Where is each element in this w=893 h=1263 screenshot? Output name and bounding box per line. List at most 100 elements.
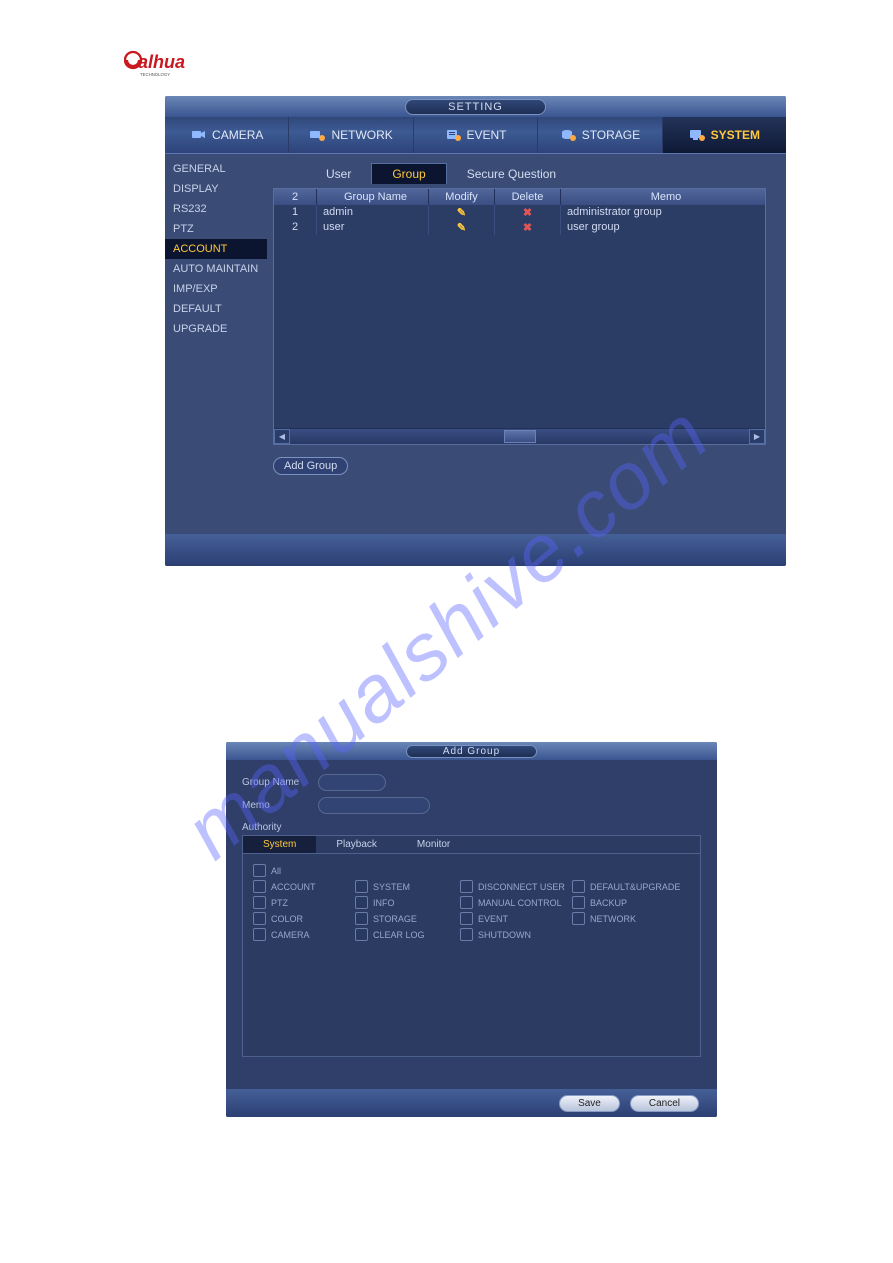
subtab-user[interactable]: User [306, 164, 371, 184]
authtab-monitor[interactable]: Monitor [397, 836, 470, 853]
tab-label: STORAGE [582, 128, 640, 142]
checkbox-info[interactable]: INFO [355, 896, 460, 909]
authtab-playback[interactable]: Playback [316, 836, 397, 853]
checkbox-event[interactable]: EVENT [460, 912, 572, 925]
col-memo: Memo [561, 189, 765, 205]
save-button[interactable]: Save [559, 1095, 620, 1112]
checkbox-icon[interactable] [460, 880, 473, 893]
storage-icon [560, 128, 576, 142]
col-count: 2 [274, 189, 317, 205]
tab-network[interactable]: NETWORK [289, 117, 413, 153]
col-groupname: Group Name [317, 189, 429, 205]
checkbox-backup[interactable]: BACKUP [572, 896, 690, 909]
edit-icon[interactable]: ✎ [457, 222, 466, 234]
subtab-secure-question[interactable]: Secure Question [447, 164, 576, 184]
edit-icon[interactable]: ✎ [457, 207, 466, 219]
checkbox-camera[interactable]: CAMERA [253, 928, 355, 941]
checkbox-shutdown[interactable]: SHUTDOWN [460, 928, 572, 941]
memo-label: Memo [242, 800, 310, 811]
authority-panel: System Playback Monitor All ACCOUNT SYST… [242, 835, 701, 1057]
checkbox-manual-control[interactable]: MANUAL CONTROL [460, 896, 572, 909]
dialog-footer: Save Cancel [226, 1089, 717, 1117]
sidebar-item-account[interactable]: ACCOUNT [165, 239, 267, 259]
svg-text:TECHNOLOGY: TECHNOLOGY [140, 72, 170, 77]
authority-grid: All ACCOUNT SYSTEM DISCONNECT USER DEFAU… [243, 854, 700, 954]
checkbox-icon[interactable] [460, 912, 473, 925]
checkbox-network[interactable]: NETWORK [572, 912, 690, 925]
checkbox-storage[interactable]: STORAGE [355, 912, 460, 925]
network-icon [309, 128, 325, 142]
checkbox-account[interactable]: ACCOUNT [253, 880, 355, 893]
sidebar-item-default[interactable]: DEFAULT [165, 299, 267, 319]
checkbox-icon[interactable] [253, 896, 266, 909]
checkbox-color[interactable]: COLOR [253, 912, 355, 925]
tab-label: SYSTEM [711, 128, 760, 142]
checkbox-disconnect-user[interactable]: DISCONNECT USER [460, 880, 572, 893]
svg-text:alhua: alhua [138, 52, 185, 72]
window-footer [165, 534, 786, 566]
checkbox-system[interactable]: SYSTEM [355, 880, 460, 893]
checkbox-icon[interactable] [253, 864, 266, 877]
sidebar-item-display[interactable]: DISPLAY [165, 179, 267, 199]
checkbox-icon[interactable] [355, 928, 368, 941]
checkbox-icon[interactable] [355, 896, 368, 909]
sidebar-item-ptz[interactable]: PTZ [165, 219, 267, 239]
tab-storage[interactable]: STORAGE [538, 117, 662, 153]
checkbox-icon[interactable] [460, 896, 473, 909]
tab-event[interactable]: EVENT [414, 117, 538, 153]
sidebar-item-impexp[interactable]: IMP/EXP [165, 279, 267, 299]
authority-tabs: System Playback Monitor [243, 836, 700, 854]
tab-camera[interactable]: CAMERA [165, 117, 289, 153]
checkbox-icon[interactable] [253, 912, 266, 925]
dialog-title: Add Group [406, 745, 537, 758]
sidebar-item-upgrade[interactable]: UPGRADE [165, 319, 267, 339]
camera-icon [190, 128, 206, 142]
sidebar-item-general[interactable]: GENERAL [165, 159, 267, 179]
checkbox-clear-log[interactable]: CLEAR LOG [355, 928, 460, 941]
tab-label: NETWORK [331, 128, 392, 142]
cell-memo: administrator group [561, 205, 765, 220]
checkbox-icon[interactable] [355, 912, 368, 925]
checkbox-ptz[interactable]: PTZ [253, 896, 355, 909]
table-row[interactable]: 2 user ✎ ✖ user group [274, 220, 765, 235]
tab-label: CAMERA [212, 128, 263, 142]
sidebar-item-rs232[interactable]: RS232 [165, 199, 267, 219]
checkbox-default-upgrade[interactable]: DEFAULT&UPGRADE [572, 880, 690, 893]
account-subtabs: User Group Secure Question [306, 154, 766, 184]
memo-input[interactable] [318, 797, 430, 814]
authtab-system[interactable]: System [243, 836, 316, 853]
delete-icon[interactable]: ✖ [523, 207, 532, 219]
tab-label: EVENT [467, 128, 507, 142]
delete-icon[interactable]: ✖ [523, 222, 532, 234]
checkbox-icon[interactable] [253, 880, 266, 893]
add-group-dialog: Add Group Group Name Memo Authority Syst… [226, 742, 717, 1117]
sidebar: GENERAL DISPLAY RS232 PTZ ACCOUNT AUTO M… [165, 154, 267, 535]
checkbox-icon[interactable] [355, 880, 368, 893]
window-title: SETTING [405, 99, 546, 115]
checkbox-icon[interactable] [572, 912, 585, 925]
table-header: 2 Group Name Modify Delete Memo [274, 189, 765, 205]
scroll-right-icon[interactable]: ▶ [749, 429, 765, 444]
checkbox-all[interactable]: All [253, 864, 355, 877]
checkbox-icon[interactable] [572, 896, 585, 909]
scrollbar-thumb[interactable] [504, 430, 536, 443]
group-table: 2 Group Name Modify Delete Memo 1 admin … [273, 188, 766, 445]
col-delete: Delete [495, 189, 561, 205]
scroll-left-icon[interactable]: ◀ [274, 429, 290, 444]
sidebar-item-automaintain[interactable]: AUTO MAINTAIN [165, 259, 267, 279]
event-icon [445, 128, 461, 142]
checkbox-icon[interactable] [460, 928, 473, 941]
horizontal-scrollbar[interactable]: ◀ ▶ [274, 428, 765, 444]
checkbox-icon[interactable] [253, 928, 266, 941]
cell-name: user [317, 220, 429, 235]
system-icon [689, 128, 705, 142]
brand-logo: alhua TECHNOLOGY [124, 50, 192, 78]
table-row[interactable]: 1 admin ✎ ✖ administrator group [274, 205, 765, 220]
groupname-input[interactable] [318, 774, 386, 791]
cancel-button[interactable]: Cancel [630, 1095, 699, 1112]
subtab-group[interactable]: Group [371, 163, 446, 184]
checkbox-icon[interactable] [572, 880, 585, 893]
add-group-button[interactable]: Add Group [273, 457, 348, 475]
tab-system[interactable]: SYSTEM [663, 117, 786, 153]
col-modify: Modify [429, 189, 495, 205]
